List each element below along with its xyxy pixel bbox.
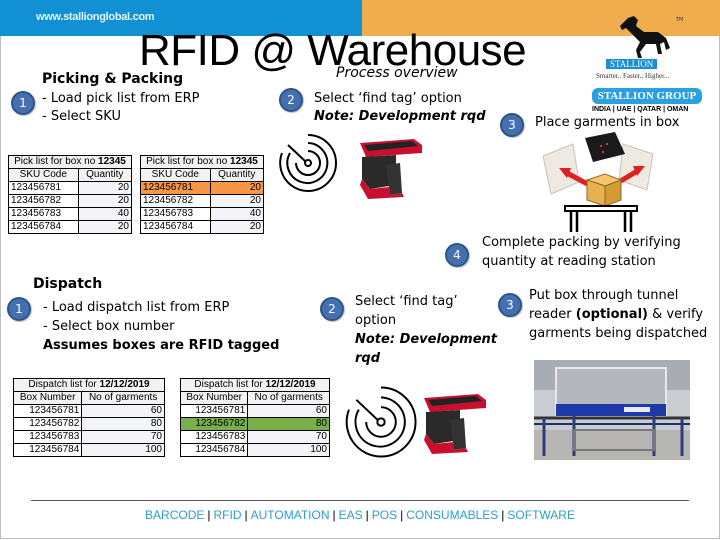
step-badge-2: 2 — [279, 88, 303, 112]
dispatch-list-title: Dispatch list for 12/12/2019 — [180, 378, 330, 392]
dispatch-step2-line1: Select ‘find tag’ — [355, 294, 458, 309]
table-row[interactable]: 123456784 100 — [12, 443, 165, 457]
dispatch-step-badge-3: 3 — [498, 293, 522, 317]
table-row[interactable]: 123456783 70 — [12, 430, 165, 444]
table-row[interactable]: 123456784 20 — [140, 220, 265, 234]
dispatch-step1-note: Assumes boxes are RFID tagged — [43, 338, 280, 353]
radar-icon — [345, 386, 417, 458]
picking-step2-line: Select ‘find tag’ option — [314, 91, 462, 106]
dispatch-step2-line2: option — [355, 313, 397, 328]
dispatch-list-table: Dispatch list for 12/12/2019 Box Number … — [12, 378, 165, 457]
dispatch-step2-note-line2: rqd — [355, 351, 381, 366]
table-row[interactable]: 123456784 20 — [8, 220, 133, 234]
column-header-quantity: Quantity — [209, 168, 265, 182]
picking-step1-line2: - Select SKU — [42, 109, 122, 124]
table-row-highlighted[interactable]: 123456781 20 — [140, 181, 265, 195]
step-badge-4: 4 — [445, 243, 469, 267]
column-header-sku: SKU Code — [140, 168, 211, 182]
page-subtitle: Process overview — [336, 65, 458, 81]
logo-countries: INDIA | UAE | QATAR | OMAN — [592, 106, 689, 113]
column-header-garments: No of garments — [81, 391, 165, 405]
dispatch-list-title: Dispatch list for 12/12/2019 — [13, 378, 165, 392]
dispatch-heading: Dispatch — [33, 276, 103, 292]
table-row-highlighted[interactable]: 123456782 80 — [179, 417, 330, 431]
dispatch-step2-note-line1: Note: Development — [355, 332, 497, 347]
logo-brand: STALLION — [606, 59, 658, 69]
table-row[interactable]: 123456781 60 — [12, 404, 165, 418]
table-row[interactable]: 123456782 20 — [8, 194, 133, 208]
horse-icon — [620, 16, 670, 58]
footer-link-pos[interactable]: POS — [372, 508, 397, 522]
column-header-quantity: Quantity — [77, 168, 133, 182]
picking-step1-line1: - Load pick list from ERP — [42, 91, 200, 106]
step-badge-1: 1 — [11, 91, 35, 115]
dispatch-step1-line2: - Select box number — [43, 319, 175, 334]
footer-categories: BARCODE | RFID | AUTOMATION | EAS | POS | CONSUMAB… — [145, 508, 575, 522]
website-url[interactable]: www.stallionglobal.com — [36, 11, 155, 23]
handheld-rfid-reader-icon — [360, 139, 422, 199]
dispatch-step3-line1: Put box through tunnel — [529, 288, 679, 303]
table-row[interactable]: 123456783 70 — [179, 430, 330, 444]
dispatch-step3-line3: garments being dispatched — [529, 326, 708, 341]
page-title: RFID @ Warehouse — [139, 26, 527, 75]
footer-link-software[interactable]: SOFTWARE — [507, 508, 575, 522]
logo-slogan: Smarter.. Faster.. Higher... — [596, 72, 670, 80]
picking-step4-line2: quantity at reading station — [482, 254, 656, 269]
logo-group-banner: STALLION GROUP — [592, 88, 702, 104]
trademark-mark: TM — [676, 17, 684, 23]
footer-link-barcode[interactable]: BARCODE — [145, 508, 204, 522]
stallion-logo: TM STALLION Smarter.. Faster.. Higher...… — [584, 14, 704, 118]
table-row[interactable]: 123456781 60 — [179, 404, 330, 418]
column-header-box-number: Box Number — [12, 391, 83, 405]
dispatch-step-badge-2: 2 — [320, 297, 344, 321]
dispatch-list-table-scanned: Dispatch list for 12/12/2019 Box Number … — [179, 378, 330, 457]
pick-list-title: Pick list for box no 12345 — [140, 155, 264, 169]
picking-step2-note: Note: Development rqd — [314, 109, 486, 124]
footer-link-automation[interactable]: AUTOMATION — [251, 508, 330, 522]
footer-link-eas[interactable]: EAS — [339, 508, 363, 522]
dispatch-step3-line2: reader (optional) & verify — [529, 307, 704, 322]
reading-station-illustration — [542, 132, 654, 232]
table-row[interactable]: 123456784 100 — [179, 443, 330, 457]
pick-list-table: Pick list for box no 12345 SKU Code Quan… — [8, 155, 133, 234]
dispatch-step1-line1: - Load dispatch list from ERP — [43, 300, 230, 315]
picking-heading: Picking & Packing — [42, 71, 184, 87]
footer-link-rfid[interactable]: RFID — [214, 508, 242, 522]
column-header-sku: SKU Code — [8, 168, 79, 182]
tunnel-reader-image — [534, 360, 690, 460]
pick-list-title: Pick list for box no 12345 — [8, 155, 132, 169]
handheld-rfid-reader-icon — [424, 394, 486, 454]
pick-list-table-scanned: Pick list for box no 12345 SKU Code Quan… — [140, 155, 265, 234]
table-row[interactable]: 123456782 80 — [12, 417, 165, 431]
column-header-garments: No of garments — [247, 391, 330, 405]
table-row[interactable]: 123456783 40 — [140, 207, 265, 221]
footer-link-consumables[interactable]: CONSUMABLES — [406, 508, 498, 522]
column-header-box-number: Box Number — [179, 391, 249, 405]
table-row[interactable]: 123456781 20 — [8, 181, 133, 195]
table-row[interactable]: 123456782 20 — [140, 194, 265, 208]
table-row[interactable]: 123456783 40 — [8, 207, 133, 221]
radar-icon — [279, 134, 338, 193]
dispatch-step-badge-1: 1 — [7, 297, 31, 321]
footer-divider — [31, 500, 689, 501]
step-badge-3: 3 — [500, 113, 524, 137]
